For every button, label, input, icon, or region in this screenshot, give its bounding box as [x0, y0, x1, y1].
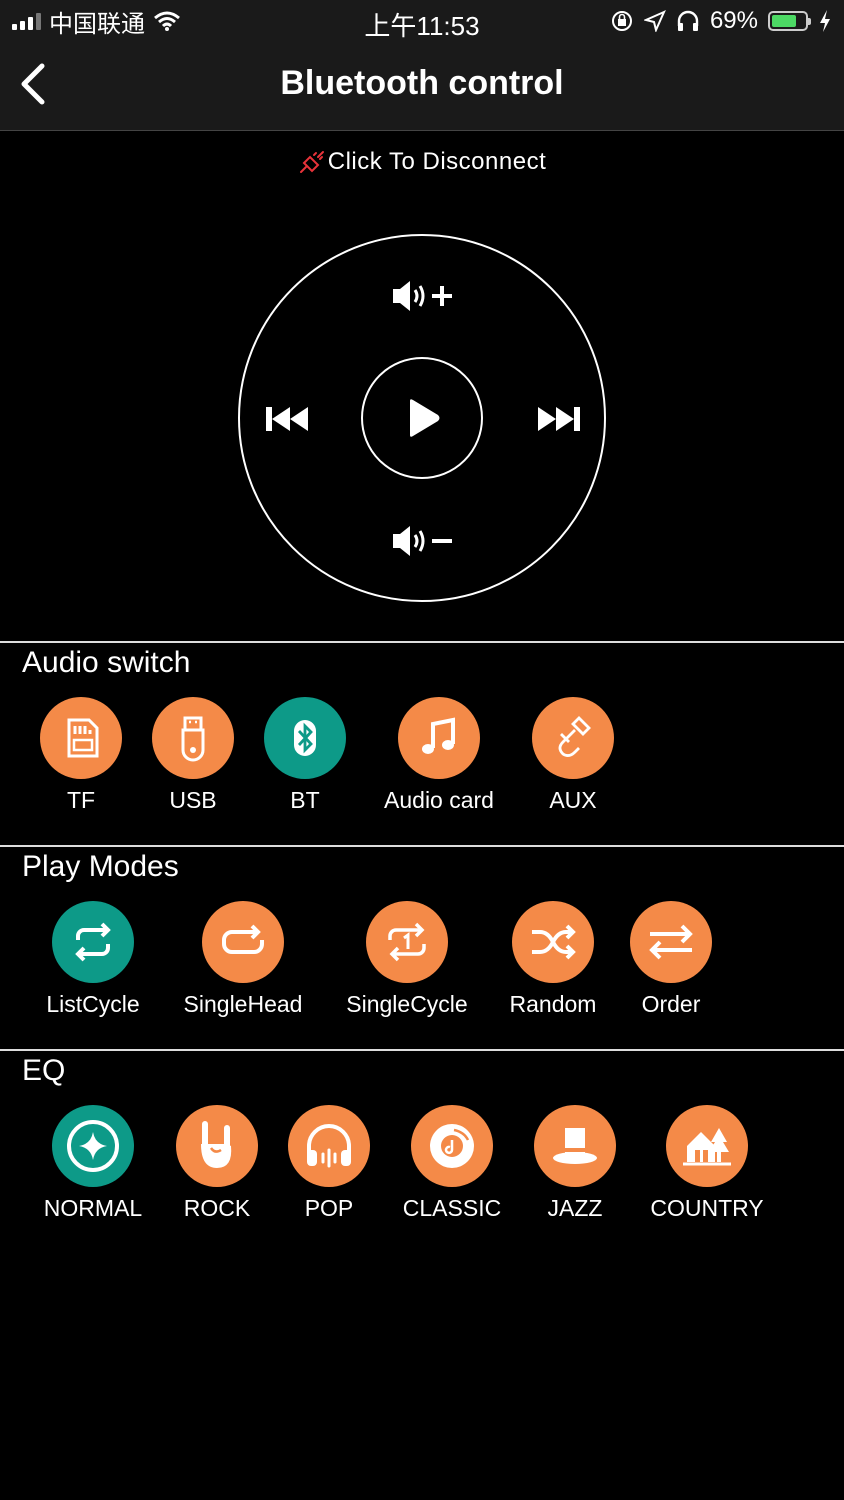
- section-divider: [0, 845, 844, 847]
- vinyl-record-icon: [411, 1105, 493, 1187]
- disconnect-label: Click To Disconnect: [327, 148, 547, 175]
- control-wheel: [238, 234, 606, 602]
- repeat-one-icon: [366, 901, 448, 983]
- audio-switch-label: BT: [290, 787, 320, 813]
- orientation-lock-icon: [611, 11, 632, 31]
- location-icon: [643, 10, 666, 32]
- audio-switch-label: Audio card: [384, 787, 494, 813]
- volume-up-icon: [393, 281, 452, 311]
- headphones-icon: [288, 1105, 370, 1187]
- star-compass-icon: [52, 1105, 134, 1187]
- house-tree-icon: [666, 1105, 748, 1187]
- play-mode-singlecycle[interactable]: SingleCycle: [332, 901, 482, 1018]
- audio-switch-audio-card[interactable]: Audio card: [364, 697, 514, 814]
- rock-hand-icon: [176, 1105, 258, 1187]
- audio-switch-label: AUX: [549, 787, 597, 813]
- status-bar: 中国联通 上午11:53 69%: [0, 0, 844, 44]
- plug-icon: [299, 150, 324, 173]
- repeat-all-icon: [52, 901, 134, 983]
- aux-cable-icon: [532, 697, 614, 779]
- battery-icon: [768, 11, 811, 31]
- volume-up-button[interactable]: [390, 278, 456, 314]
- sd-card-icon: [40, 697, 122, 779]
- play-mode-label: SingleHead: [183, 991, 303, 1017]
- usb-drive-icon: [152, 697, 234, 779]
- nav-bar: Bluetooth control: [0, 44, 844, 131]
- status-right: 69%: [610, 6, 832, 36]
- eq-jazz[interactable]: JAZZ: [500, 1105, 650, 1222]
- battery-percent: 69%: [709, 7, 758, 34]
- eq-country[interactable]: COUNTRY: [632, 1105, 782, 1222]
- play-mode-label: ListCycle: [46, 991, 140, 1017]
- play-mode-label: Order: [641, 991, 701, 1017]
- play-mode-listcycle[interactable]: ListCycle: [18, 901, 168, 1018]
- volume-down-button[interactable]: [390, 523, 456, 559]
- audio-switch-title: Audio switch: [22, 646, 191, 679]
- play-modes-title: Play Modes: [22, 850, 179, 883]
- play-button[interactable]: [361, 357, 483, 479]
- order-arrows-icon: [630, 901, 712, 983]
- bluetooth-icon: [264, 697, 346, 779]
- repeat-once-loop-icon: [202, 901, 284, 983]
- charging-icon: [820, 10, 830, 32]
- play-mode-order[interactable]: Order: [596, 901, 746, 1018]
- eq-title: EQ: [22, 1054, 66, 1087]
- page-title: Bluetooth control: [280, 64, 564, 102]
- music-note-icon: [398, 697, 480, 779]
- play-mode-singlehead[interactable]: SingleHead: [168, 901, 318, 1018]
- section-divider: [0, 641, 844, 643]
- next-button[interactable]: [536, 404, 582, 434]
- shuffle-icon: [512, 901, 594, 983]
- audio-switch-bt[interactable]: BT: [230, 697, 380, 814]
- disconnect-button[interactable]: Click To Disconnect: [0, 148, 844, 177]
- eq-label: JAZZ: [547, 1195, 603, 1221]
- next-icon: [538, 407, 580, 431]
- section-divider: [0, 1049, 844, 1051]
- play-icon: [410, 399, 440, 437]
- volume-down-icon: [393, 526, 452, 556]
- headphones-icon: [677, 10, 699, 31]
- previous-icon: [266, 407, 308, 431]
- audio-switch-aux[interactable]: AUX: [498, 697, 648, 814]
- hat-icon: [534, 1105, 616, 1187]
- play-mode-label: SingleCycle: [346, 991, 468, 1017]
- previous-button[interactable]: [264, 404, 310, 434]
- eq-label: COUNTRY: [650, 1195, 764, 1221]
